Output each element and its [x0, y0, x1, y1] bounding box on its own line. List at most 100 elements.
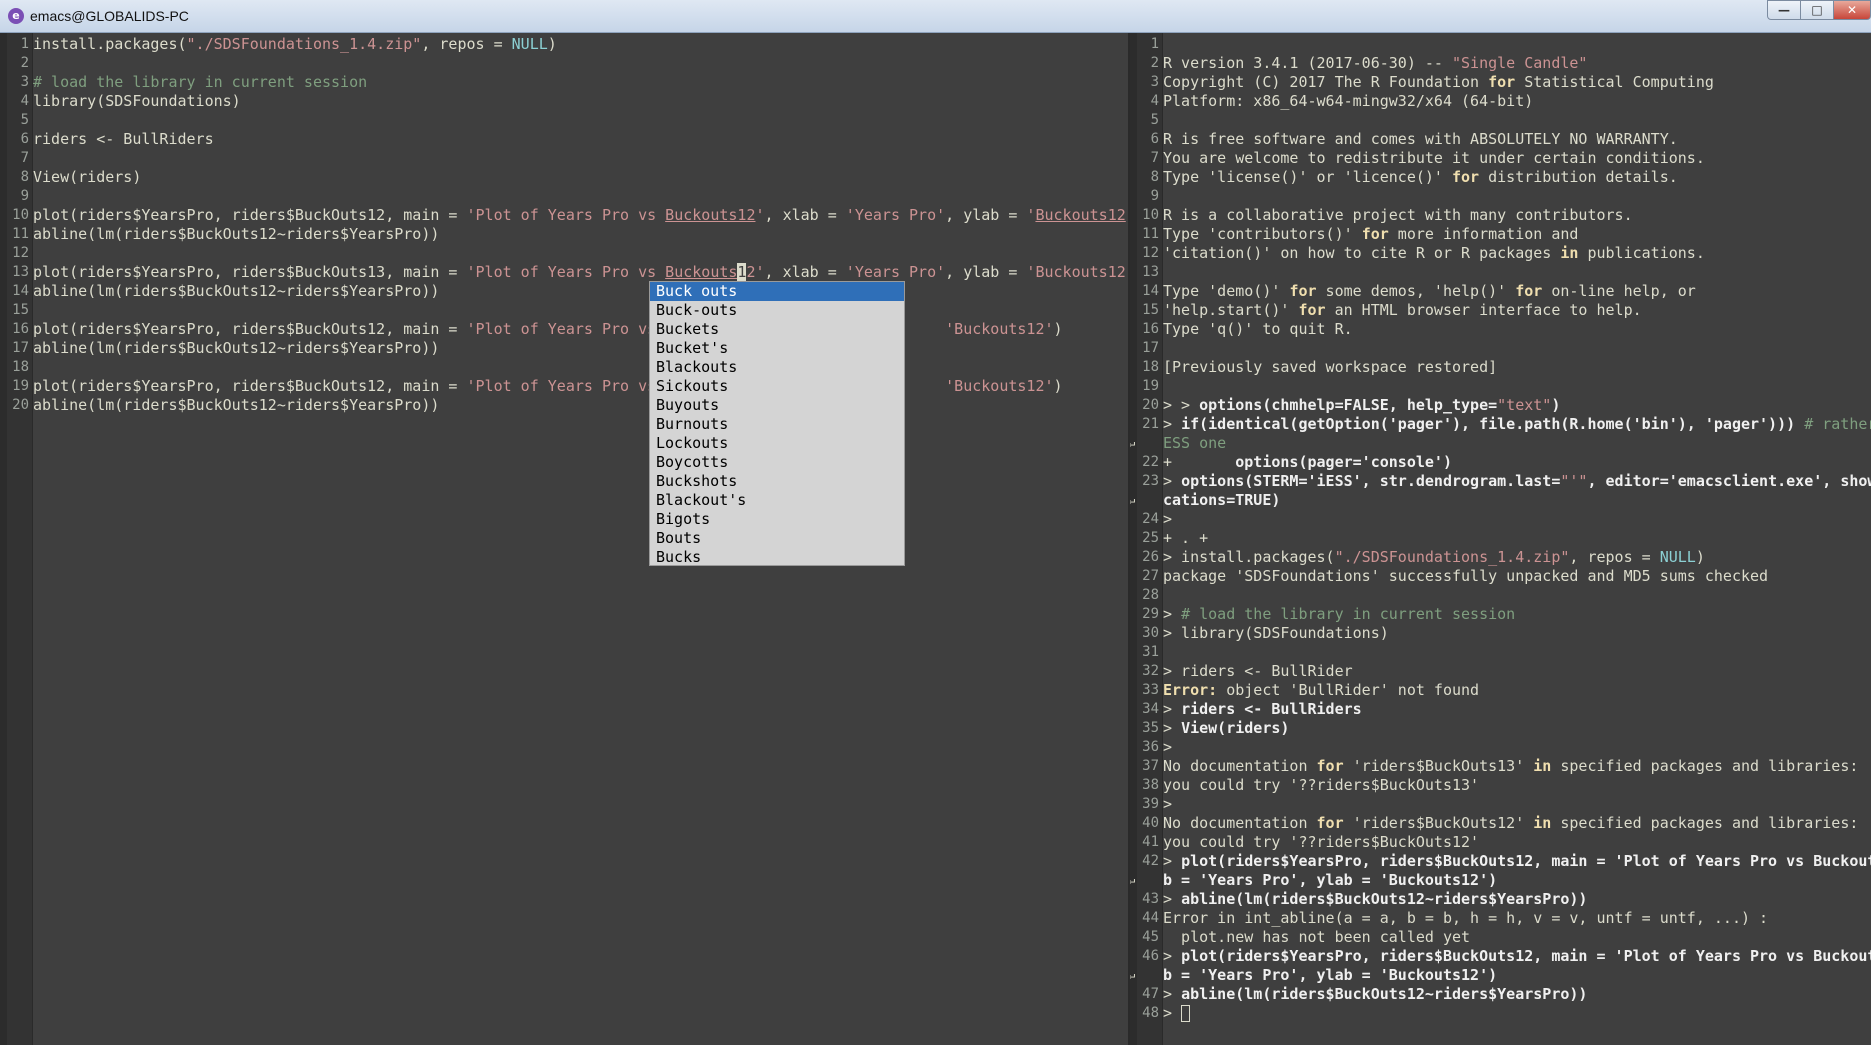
- line-text: install.packages("./SDSFoundations_1.4.z…: [33, 35, 557, 54]
- window-titlebar[interactable]: e emacs@GLOBALIDS-PC — □ ✕: [0, 0, 1871, 33]
- code-line[interactable]: 15'help.start()' for an HTML browser int…: [1130, 301, 1871, 320]
- code-line[interactable]: 37 No documentation for 'riders$BuckOuts1…: [1130, 757, 1871, 776]
- code-line[interactable]: 33 Error: object 'BullRider' not found: [1130, 681, 1871, 700]
- code-line[interactable]: 47 > abline(lm(riders$BuckOuts12~riders$Y…: [1130, 985, 1871, 1004]
- code-line[interactable]: 18 [Previously saved workspace restored]: [1130, 358, 1871, 377]
- code-line[interactable]: 27 package 'SDSFoundations' successfully …: [1130, 567, 1871, 586]
- code-line[interactable]: 11 Type 'contributors()' for more informa…: [1130, 225, 1871, 244]
- code-line[interactable]: 31: [1130, 643, 1871, 662]
- code-line[interactable]: ↵ b = 'Years Pro', ylab = 'Buckouts12'): [1130, 871, 1871, 890]
- code-line[interactable]: 13: [1130, 263, 1871, 282]
- code-line[interactable]: 35 > View(riders): [1130, 719, 1871, 738]
- code-line[interactable]: 14 abline(lm(riders$BuckOuts12~riders$Yea…: [0, 282, 1128, 301]
- code-line[interactable]: 16 Type 'q()' to quit R.: [1130, 320, 1871, 339]
- suggestion-item[interactable]: Lockouts: [650, 434, 904, 453]
- code-line[interactable]: 6R is free software and comes with ABSOL…: [1130, 130, 1871, 149]
- maximize-button[interactable]: □: [1800, 0, 1834, 20]
- close-button[interactable]: ✕: [1833, 0, 1871, 20]
- code-line[interactable]: 42 > plot(riders$YearsPro, riders$BuckOut…: [1130, 852, 1871, 871]
- code-line[interactable]: 45 plot.new has not been called yet: [1130, 928, 1871, 947]
- code-line[interactable]: 38 you could try '??riders$BuckOuts13': [1130, 776, 1871, 795]
- suggestion-item[interactable]: Buck outs: [650, 282, 904, 301]
- token: , repos =: [1569, 548, 1660, 566]
- suggestion-item[interactable]: Blackouts: [650, 358, 904, 377]
- suggestion-item[interactable]: Burnouts: [650, 415, 904, 434]
- suggestion-item[interactable]: Buckets: [650, 320, 904, 339]
- code-line[interactable]: 32 > riders <- BullRider: [1130, 662, 1871, 681]
- code-line[interactable]: 40 No documentation for 'riders$BuckOuts1…: [1130, 814, 1871, 833]
- code-line[interactable]: 19 plot(riders$YearsPro, riders$BuckOuts1…: [0, 377, 1128, 396]
- minimize-button[interactable]: —: [1767, 0, 1801, 20]
- suggestion-item[interactable]: Sickouts: [650, 377, 904, 396]
- r-console-pane[interactable]: 12R version 3.4.1 (2017-06-30) -- "Singl…: [1130, 33, 1871, 1045]
- code-line[interactable]: 1: [1130, 35, 1871, 54]
- editor-lines[interactable]: 1 install.packages("./SDSFoundations_1.4.…: [0, 35, 1128, 415]
- code-line[interactable]: 8 Type 'license()' or 'licence()' for dis…: [1130, 168, 1871, 187]
- editor-pane[interactable]: 1 install.packages("./SDSFoundations_1.4.…: [0, 33, 1130, 1045]
- code-line[interactable]: 43 > abline(lm(riders$BuckOuts12~riders$Y…: [1130, 890, 1871, 909]
- code-line[interactable]: 30 > library(SDSFoundations): [1130, 624, 1871, 643]
- code-line[interactable]: 41 you could try '??riders$BuckOuts12': [1130, 833, 1871, 852]
- code-line[interactable]: 25 + . +: [1130, 529, 1871, 548]
- code-line[interactable]: 4 library(SDSFoundations): [0, 92, 1128, 111]
- code-line[interactable]: 23 > options(STERM='iESS', str.dendrogram…: [1130, 472, 1871, 491]
- code-line[interactable]: 8 View(riders): [0, 168, 1128, 187]
- code-line[interactable]: ↵ b = 'Years Pro', ylab = 'Buckouts12'): [1130, 966, 1871, 985]
- code-line[interactable]: 29 > # load the library in current sessio…: [1130, 605, 1871, 624]
- code-line[interactable]: 16 plot(riders$YearsPro, riders$BuckOuts1…: [0, 320, 1128, 339]
- code-line[interactable]: 15: [0, 301, 1128, 320]
- code-line[interactable]: ↵ ESS one: [1130, 434, 1871, 453]
- code-line[interactable]: 36 >: [1130, 738, 1871, 757]
- code-line[interactable]: 4 Platform: x86_64-w64-mingw32/x64 (64-bi…: [1130, 92, 1871, 111]
- code-line[interactable]: 7: [0, 149, 1128, 168]
- code-line[interactable]: 28: [1130, 586, 1871, 605]
- code-line[interactable]: 9: [1130, 187, 1871, 206]
- code-line[interactable]: ↵ cations=TRUE): [1130, 491, 1871, 510]
- code-line[interactable]: 1 install.packages("./SDSFoundations_1.4.…: [0, 35, 1128, 54]
- code-line[interactable]: 17: [1130, 339, 1871, 358]
- code-line[interactable]: 39 >: [1130, 795, 1871, 814]
- code-line[interactable]: 5: [0, 111, 1128, 130]
- code-line[interactable]: 48 >: [1130, 1004, 1871, 1023]
- suggestion-item[interactable]: Buck-outs: [650, 301, 904, 320]
- code-line[interactable]: 2: [0, 54, 1128, 73]
- code-line[interactable]: 3 Copyright (C) 2017 The R Foundation for…: [1130, 73, 1871, 92]
- suggestion-item[interactable]: Boycotts: [650, 453, 904, 472]
- code-line[interactable]: 20 abline(lm(riders$BuckOuts12~riders$Yea…: [0, 396, 1128, 415]
- code-line[interactable]: 2R version 3.4.1 (2017-06-30) -- "Single…: [1130, 54, 1871, 73]
- code-line[interactable]: 20 > > options(chmhelp=FALSE, help_type="…: [1130, 396, 1871, 415]
- code-line[interactable]: 24 >: [1130, 510, 1871, 529]
- code-line[interactable]: 6 riders <- BullRiders: [0, 130, 1128, 149]
- code-line[interactable]: 7 You are welcome to redistribute it unde…: [1130, 149, 1871, 168]
- spelling-suggestions-popup[interactable]: Buck outs Buck-outs Buckets Bucket's Blackou…: [649, 281, 905, 566]
- code-line[interactable]: 13 plot(riders$YearsPro, riders$BuckOuts1…: [0, 263, 1128, 282]
- code-line[interactable]: 22 + options(pager='console'): [1130, 453, 1871, 472]
- suggestion-item[interactable]: Bouts: [650, 529, 904, 548]
- suggestion-item[interactable]: Bucks: [650, 548, 904, 567]
- code-line[interactable]: 5: [1130, 111, 1871, 130]
- suggestion-item[interactable]: Bigots: [650, 510, 904, 529]
- suggestion-item[interactable]: Buyouts: [650, 396, 904, 415]
- line-text: Error: object 'BullRider' not found: [1163, 681, 1479, 700]
- code-line[interactable]: 21 > if(identical(getOption('pager'), fil…: [1130, 415, 1871, 434]
- code-line[interactable]: 11 abline(lm(riders$BuckOuts12~riders$Yea…: [0, 225, 1128, 244]
- code-line[interactable]: 44 Error in int_abline(a = a, b = b, h = …: [1130, 909, 1871, 928]
- suggestion-item[interactable]: Buckshots: [650, 472, 904, 491]
- code-line[interactable]: 12'citation()' on how to cite R or R pac…: [1130, 244, 1871, 263]
- code-line[interactable]: 10 plot(riders$YearsPro, riders$BuckOuts1…: [0, 206, 1128, 225]
- code-line[interactable]: 3 # load the library in current session: [0, 73, 1128, 92]
- code-line[interactable]: 17 abline(lm(riders$BuckOuts12~riders$Yea…: [0, 339, 1128, 358]
- console-lines[interactable]: 12R version 3.4.1 (2017-06-30) -- "Singl…: [1130, 35, 1871, 1023]
- code-line[interactable]: 26 > install.packages("./SDSFoundations_1…: [1130, 548, 1871, 567]
- code-line[interactable]: 12: [0, 244, 1128, 263]
- code-line[interactable]: 46 > plot(riders$YearsPro, riders$BuckOut…: [1130, 947, 1871, 966]
- token: abline(lm(riders$BuckOuts12~riders$Years…: [33, 396, 440, 414]
- suggestion-item[interactable]: Bucket's: [650, 339, 904, 358]
- suggestion-item[interactable]: Blackout's: [650, 491, 904, 510]
- code-line[interactable]: 19: [1130, 377, 1871, 396]
- code-line[interactable]: 9: [0, 187, 1128, 206]
- code-line[interactable]: 14 Type 'demo()' for some demos, 'help()'…: [1130, 282, 1871, 301]
- code-line[interactable]: 10 R is a collaborative project with many…: [1130, 206, 1871, 225]
- code-line[interactable]: 34 > riders <- BullRiders: [1130, 700, 1871, 719]
- code-line[interactable]: 18: [0, 358, 1128, 377]
